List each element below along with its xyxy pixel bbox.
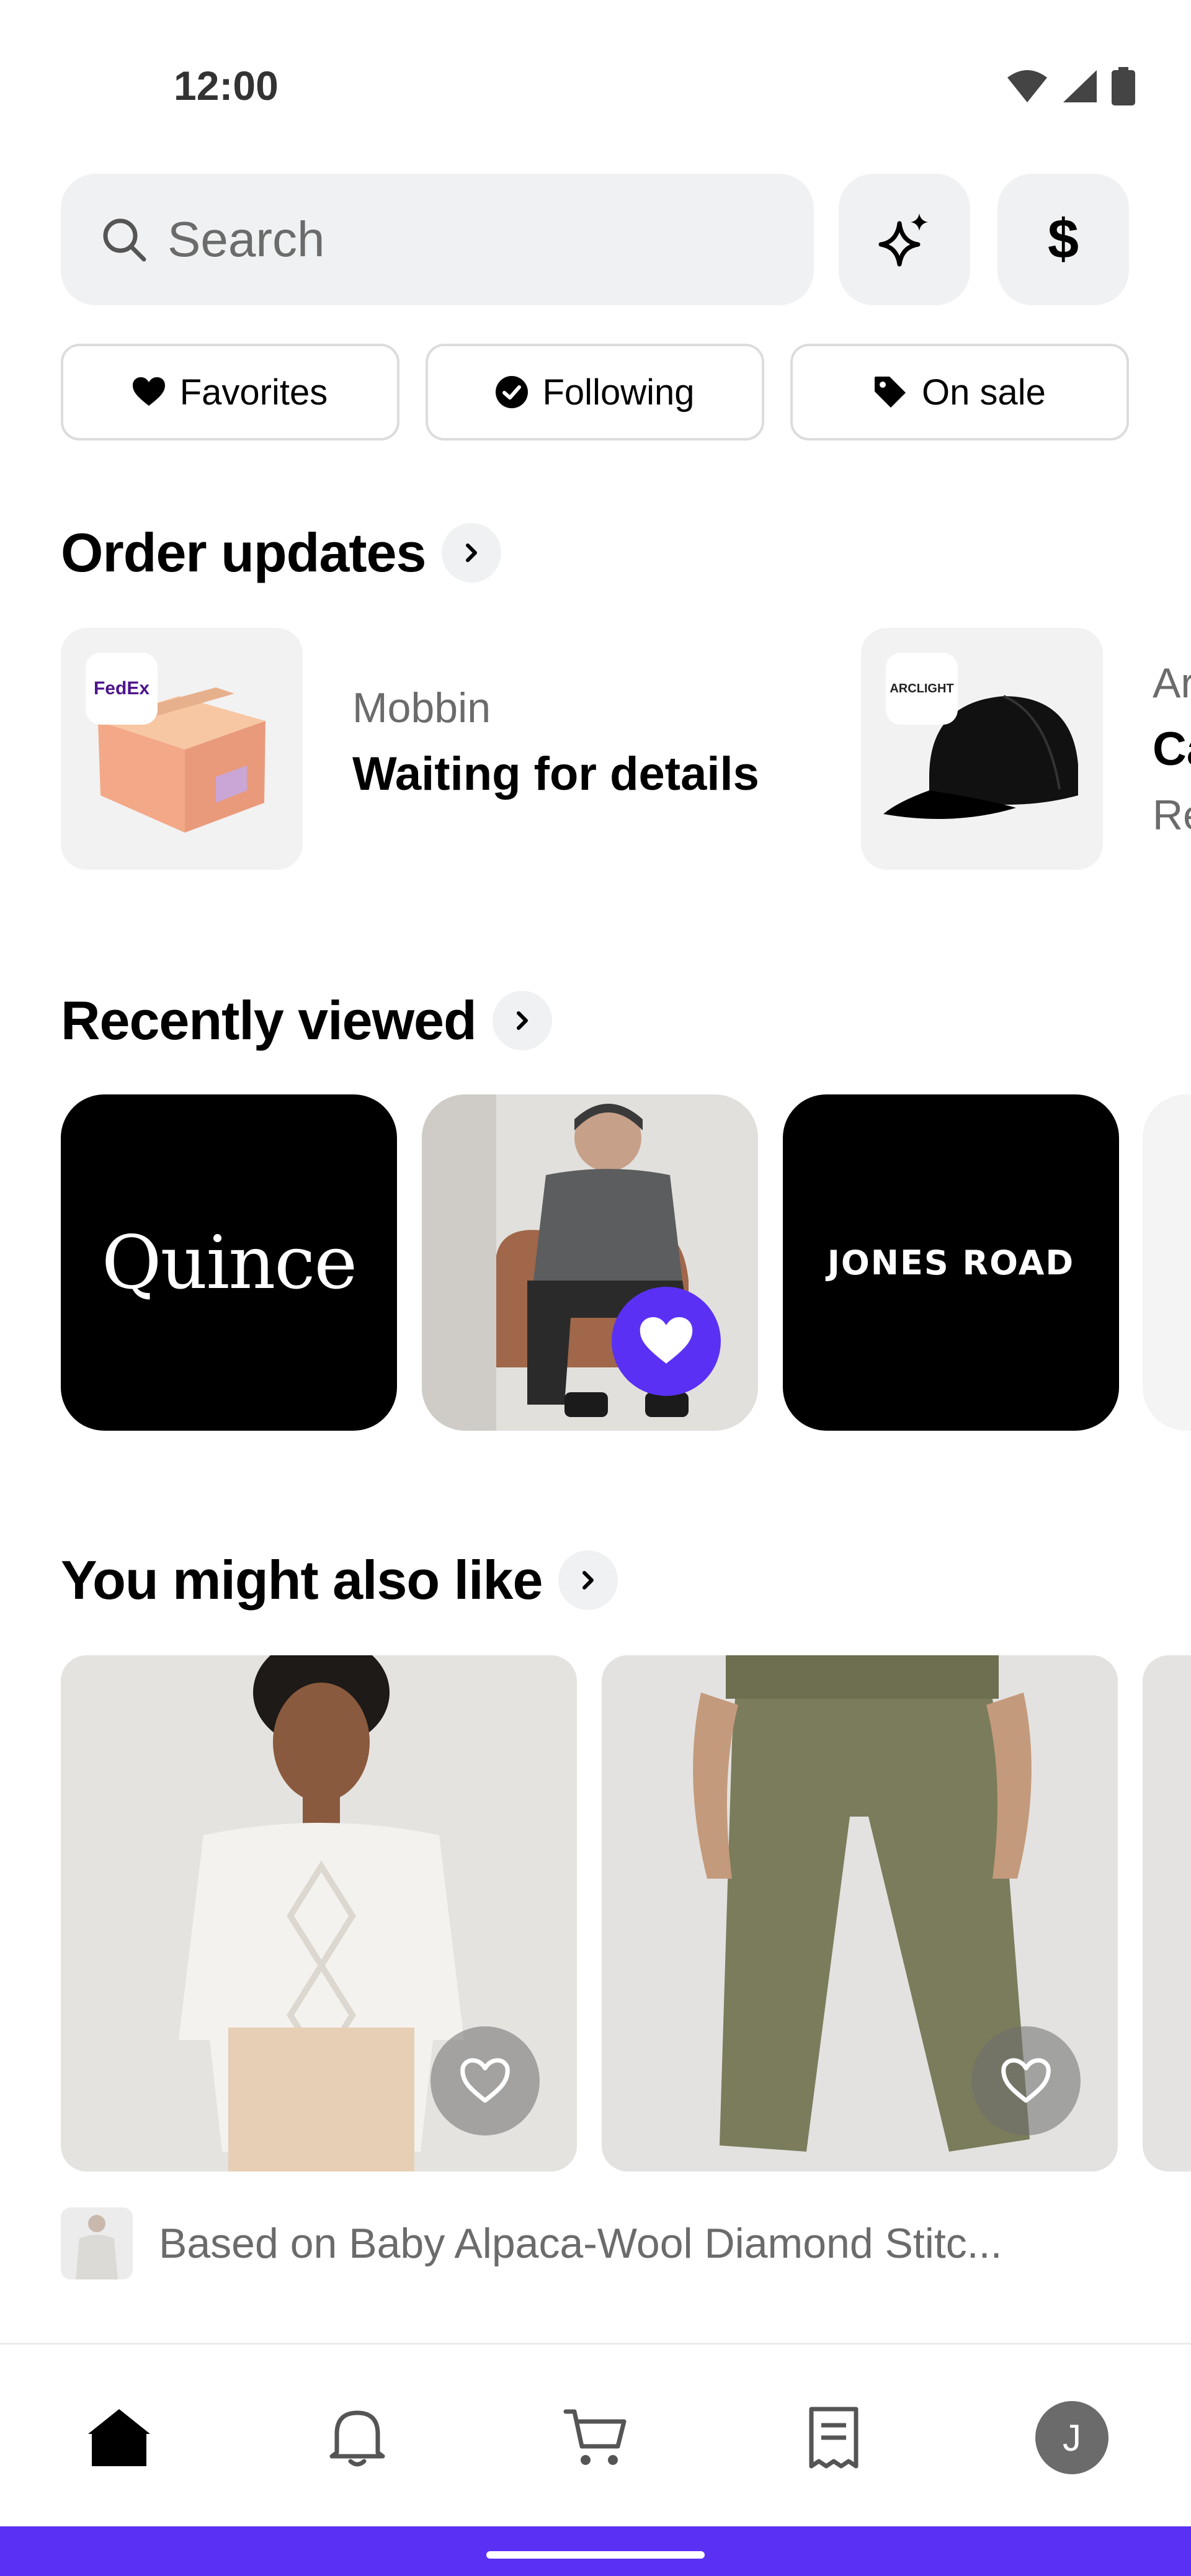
nav-orders[interactable] [790, 2394, 877, 2481]
order-text: Mobbin Waiting for details [352, 684, 759, 870]
basis-thumbnail [61, 2207, 133, 2279]
recently-viewed-header[interactable]: Recently viewed [61, 989, 552, 1052]
check-circle-icon [495, 376, 528, 408]
chevron-right-icon[interactable] [442, 523, 502, 583]
store-logo-text: JONES ROAD [827, 1243, 1075, 1282]
ai-sparkle-button[interactable] [839, 174, 970, 305]
signal-icon [1063, 70, 1097, 102]
order-card[interactable]: FedEx Mobbin Waiting for details [61, 628, 759, 870]
product-card-partial[interactable] [1143, 1655, 1191, 2171]
product-photo [422, 1094, 758, 1431]
battery-icon [1112, 67, 1135, 105]
store-logo-text: Quince [101, 1220, 357, 1305]
recommendation-basis[interactable]: Based on Baby Alpaca-Wool Diamond Stitc.… [61, 2207, 1002, 2279]
might-also-like-header[interactable]: You might also like [61, 1549, 618, 1612]
order-store: Mobbin [352, 684, 491, 731]
chip-label: Favorites [179, 372, 328, 413]
nav-cart[interactable] [552, 2394, 639, 2481]
carrier-name: ARCLIGHT [890, 681, 954, 695]
product-tile[interactable] [422, 1094, 758, 1431]
chip-favorites[interactable]: Favorites [61, 344, 399, 441]
order-store: Ar [1153, 660, 1191, 707]
filter-chips: Favorites Following On sale [61, 344, 1130, 441]
jones-road-store-tile[interactable]: JONES ROAD [783, 1094, 1119, 1431]
heart-icon [132, 377, 165, 406]
avatar: J [1035, 2401, 1108, 2474]
favorite-button[interactable] [971, 2026, 1081, 2135]
heart-outline-icon [460, 2058, 510, 2103]
status-icons [1006, 67, 1135, 105]
section-title: Order updates [61, 522, 426, 583]
cart-icon [563, 2409, 627, 2465]
wifi-icon [1007, 70, 1047, 102]
section-title: Recently viewed [61, 990, 477, 1051]
order-thumbnail: FedEx [61, 628, 303, 870]
search-input[interactable]: Search [61, 174, 814, 305]
bell-icon [329, 2410, 385, 2467]
nav-home[interactable] [76, 2394, 163, 2481]
status-time: 12:00 [174, 63, 279, 109]
order-thumbnail: ARCLIGHT [861, 628, 1103, 870]
order-substatus: Re [1153, 792, 1191, 839]
basis-text: Based on Baby Alpaca-Wool Diamond Stitc.… [159, 2220, 1002, 2267]
home-indicator[interactable] [486, 2551, 705, 2559]
order-card[interactable]: ARCLIGHT Ar Ca Re [861, 628, 1191, 870]
order-status: Ca [1153, 723, 1191, 776]
product-card[interactable] [602, 1655, 1118, 2171]
system-gesture-bar [0, 2526, 1191, 2576]
arclight-logo: ARCLIGHT [886, 653, 958, 725]
section-title: You might also like [61, 1549, 543, 1611]
receipt-icon [809, 2407, 859, 2469]
order-updates-carousel: FedEx Mobbin Waiting for details ARCLIGH… [61, 628, 1191, 870]
fedex-logo: FedEx [86, 653, 158, 725]
tag-icon [875, 377, 906, 408]
chip-label: Following [542, 372, 695, 413]
shop-pay-button[interactable]: $ [997, 174, 1129, 305]
favorite-button[interactable] [430, 2026, 540, 2135]
bottom-navigation: J [0, 2343, 1191, 2526]
recommendations-carousel [61, 1655, 1191, 2171]
order-updates-header[interactable]: Order updates [61, 521, 502, 584]
heart-outline-icon [1001, 2058, 1051, 2103]
chip-following[interactable]: Following [426, 344, 764, 441]
status-bar: 12:00 [0, 0, 1191, 161]
chip-label: On sale [922, 372, 1046, 413]
carrier-name: FedEx [93, 678, 150, 699]
store-tile-partial[interactable] [1143, 1094, 1191, 1431]
product-card[interactable] [61, 1655, 577, 2171]
order-status: Waiting for details [352, 748, 759, 800]
chip-on-sale[interactable]: On sale [790, 344, 1129, 441]
dollar-icon: $ [1047, 208, 1079, 271]
quince-store-tile[interactable]: Quince [61, 1094, 397, 1431]
heart-filled-icon [640, 1317, 693, 1364]
nav-notifications[interactable] [314, 2394, 401, 2481]
search-row: Search $ [61, 174, 1130, 305]
chevron-right-icon[interactable] [558, 1550, 618, 1610]
recently-viewed-carousel: Quince JONES ROAD [61, 1094, 1191, 1431]
chevron-right-icon[interactable] [492, 991, 552, 1050]
search-placeholder: Search [167, 212, 325, 267]
nav-account[interactable]: J [1028, 2394, 1115, 2481]
order-text: Ar Ca Re [1153, 659, 1191, 870]
avatar-initial: J [1063, 2417, 1081, 2459]
search-icon [103, 218, 146, 262]
home-icon [88, 2409, 150, 2466]
sparkle-icon [878, 213, 928, 267]
favorite-button[interactable] [612, 1287, 721, 1396]
